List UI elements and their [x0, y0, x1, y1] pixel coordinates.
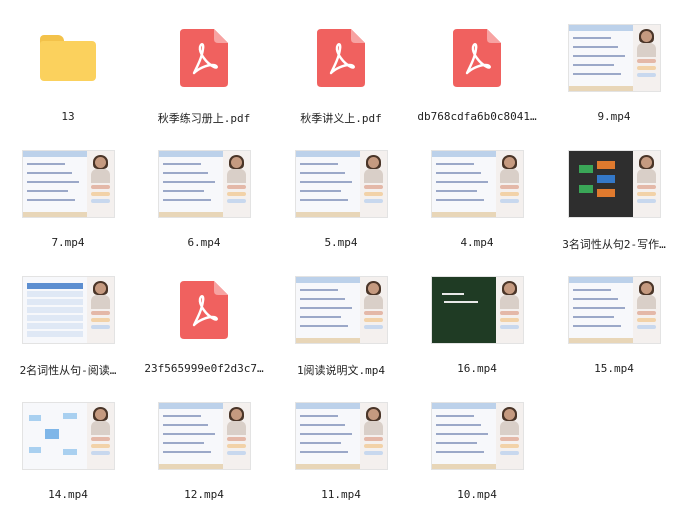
file-thumbnail — [409, 262, 545, 358]
file-name-label: 秋季讲义上.pdf — [300, 112, 382, 125]
file-item[interactable]: 2名词性从句-阅读… — [0, 262, 136, 386]
file-thumbnail — [273, 136, 409, 232]
file-item[interactable]: 6.mp4 — [136, 136, 272, 260]
file-item[interactable]: 4.mp4 — [409, 136, 545, 260]
file-item[interactable]: 7.mp4 — [0, 136, 136, 260]
folder-icon — [40, 35, 96, 81]
video-thumbnail-icon — [430, 402, 524, 470]
video-thumbnail-icon — [567, 276, 661, 344]
video-thumbnail-icon — [157, 402, 251, 470]
file-item[interactable]: 秋季练习册上.pdf — [136, 10, 272, 134]
file-thumbnail — [136, 136, 272, 232]
file-thumbnail — [409, 136, 545, 232]
file-item[interactable]: 5.mp4 — [273, 136, 409, 260]
video-thumbnail-icon — [567, 24, 661, 92]
file-name-label: db768cdfa6b0c8041… — [417, 110, 537, 123]
video-thumbnail-icon — [294, 402, 388, 470]
file-item[interactable]: 3名词性从句2-写作… — [546, 136, 673, 260]
video-thumbnail-icon — [430, 150, 524, 218]
pdf-icon — [180, 281, 228, 339]
file-thumbnail — [273, 262, 409, 358]
file-grid: 13 秋季练习册上.pdf 秋季讲义上.pdf db768cdfa6b0c8041… 9… — [0, 0, 673, 501]
file-item[interactable]: 14.mp4 — [0, 388, 136, 512]
file-name-label: 13 — [61, 110, 75, 123]
file-name-label: 6.mp4 — [187, 236, 221, 249]
file-name-label: 4.mp4 — [460, 236, 494, 249]
file-item[interactable]: 9.mp4 — [546, 10, 673, 134]
file-thumbnail — [0, 388, 136, 484]
file-item[interactable]: 15.mp4 — [546, 262, 673, 386]
file-thumbnail — [546, 136, 673, 232]
video-thumbnail-icon — [294, 150, 388, 218]
file-thumbnail — [273, 388, 409, 484]
file-name-label: 1阅读说明文.mp4 — [296, 364, 386, 377]
pdf-icon — [453, 29, 501, 87]
file-item[interactable]: 12.mp4 — [136, 388, 272, 512]
file-name-label: 16.mp4 — [457, 362, 497, 375]
folder-item[interactable]: 13 — [0, 10, 136, 134]
video-thumbnail-icon — [21, 276, 115, 344]
video-thumbnail-icon — [294, 276, 388, 344]
file-item[interactable]: 11.mp4 — [273, 388, 409, 512]
file-name-label: 9.mp4 — [597, 110, 631, 123]
file-thumbnail — [0, 10, 136, 106]
file-thumbnail — [136, 10, 272, 106]
pdf-icon — [317, 29, 365, 87]
video-thumbnail-icon — [567, 150, 661, 218]
file-name-label: 秋季练习册上.pdf — [157, 112, 251, 125]
file-item[interactable]: 10.mp4 — [409, 388, 545, 512]
video-thumbnail-icon — [430, 276, 524, 344]
file-item[interactable]: db768cdfa6b0c8041… — [409, 10, 545, 134]
file-item[interactable]: 1阅读说明文.mp4 — [273, 262, 409, 386]
file-thumbnail — [136, 262, 272, 358]
file-thumbnail — [409, 10, 545, 106]
video-thumbnail-icon — [21, 150, 115, 218]
file-thumbnail — [409, 388, 545, 484]
file-thumbnail — [273, 10, 409, 106]
file-item[interactable]: 秋季讲义上.pdf — [273, 10, 409, 134]
file-name-label: 5.mp4 — [324, 236, 358, 249]
file-name-label: 3名词性从句2-写作… — [562, 238, 666, 251]
file-thumbnail — [0, 262, 136, 358]
video-thumbnail-icon — [157, 150, 251, 218]
file-name-label: 7.mp4 — [51, 236, 85, 249]
pdf-icon — [180, 29, 228, 87]
file-thumbnail — [0, 136, 136, 232]
file-name-label: 23f565999e0f2d3c7… — [144, 362, 264, 375]
file-item[interactable]: 23f565999e0f2d3c7… — [136, 262, 272, 386]
file-name-label: 2名词性从句-阅读… — [19, 364, 117, 377]
video-thumbnail-icon — [21, 402, 115, 470]
file-thumbnail — [546, 262, 673, 358]
file-thumbnail — [546, 10, 673, 106]
file-thumbnail — [136, 388, 272, 484]
file-item[interactable]: 16.mp4 — [409, 262, 545, 386]
file-name-label: 15.mp4 — [594, 362, 634, 375]
